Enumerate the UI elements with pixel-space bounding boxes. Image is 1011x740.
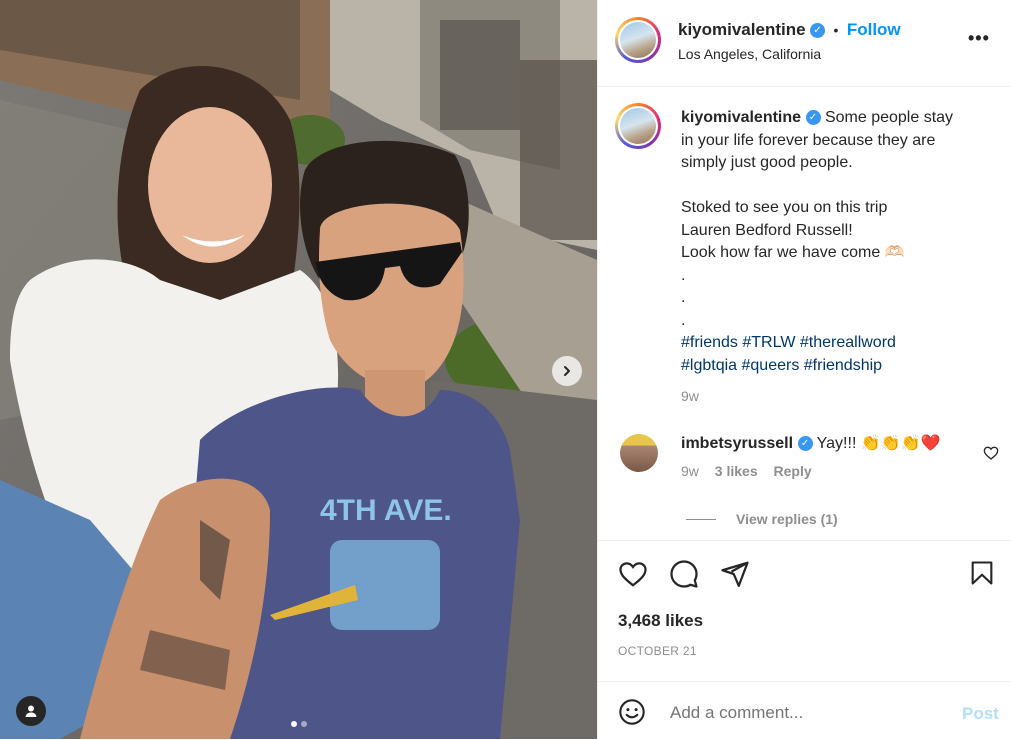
header-separator: • xyxy=(833,22,839,38)
comment-item: imbetsyrussell ✓ Yay!!! 👏👏👏❤️ 9w 3 likes… xyxy=(681,433,981,479)
caption-timestamp[interactable]: 9w xyxy=(681,385,981,408)
carousel-dot xyxy=(300,721,307,727)
chevron-right-icon xyxy=(564,366,570,376)
view-replies-label: View replies (1) xyxy=(736,511,838,527)
user-tag-button[interactable] xyxy=(16,696,46,726)
comment-icon[interactable] xyxy=(669,559,699,589)
caption-line: . xyxy=(681,289,686,306)
caption-line: simply just good people. xyxy=(681,154,853,171)
post-date[interactable]: OCTOBER 21 xyxy=(618,644,697,658)
verified-icon: ✓ xyxy=(797,436,813,452)
emoji-icon[interactable] xyxy=(618,698,646,726)
carousel-dots xyxy=(290,721,307,727)
share-icon[interactable] xyxy=(720,559,750,589)
caption-line: Lauren Bedford Russell! xyxy=(681,221,853,239)
comment-likes[interactable]: 3 likes xyxy=(715,463,758,479)
comment-composer: Post xyxy=(598,681,1011,740)
post-location[interactable]: Los Angeles, California xyxy=(678,46,821,62)
comment-timestamp[interactable]: 9w xyxy=(681,463,699,479)
photo-illustration: 4TH AVE. xyxy=(0,0,597,739)
follow-button[interactable]: Follow xyxy=(847,20,901,39)
post-actions: 3,468 likes OCTOBER 21 xyxy=(598,540,1011,681)
comment-text: Yay!!! 👏👏👏❤️ xyxy=(816,435,941,452)
comment-reply-button[interactable]: Reply xyxy=(774,463,812,479)
caption-line: Some people stay xyxy=(824,109,954,126)
more-icon[interactable]: ••• xyxy=(968,28,990,49)
next-photo-button[interactable] xyxy=(552,356,582,386)
hashtag-link[interactable]: #thereallword xyxy=(800,334,896,351)
view-replies-toggle[interactable]: View replies (1) xyxy=(686,511,838,527)
hashtag-link[interactable]: #friendship xyxy=(804,357,882,374)
carousel-dot-active xyxy=(290,721,297,727)
caption-line: Stoked to see you on this trip xyxy=(681,199,888,216)
replies-line xyxy=(686,518,716,520)
post-caption: kiyomivalentine ✓ Some people stay in yo… xyxy=(681,107,981,408)
comment-input[interactable] xyxy=(668,698,942,728)
likes-count[interactable]: 3,468 likes xyxy=(618,611,703,631)
post-photo[interactable]: 4TH AVE. xyxy=(0,0,597,739)
caption-line: . xyxy=(681,311,686,329)
caption-line: Look how far we have come 🫶🏻 xyxy=(681,244,905,261)
post-header: kiyomivalentine ✓ • Follow Los Angeles, … xyxy=(598,0,1011,87)
caption-username[interactable]: kiyomivalentine xyxy=(681,109,801,126)
commenter-avatar[interactable] xyxy=(620,434,658,472)
hashtag-link[interactable]: #queers xyxy=(742,357,800,374)
post-comment-button[interactable]: Post xyxy=(962,704,999,724)
caption-line: in your life forever because they are xyxy=(681,131,936,149)
post-sidebar: kiyomivalentine ✓ • Follow Los Angeles, … xyxy=(597,0,1011,739)
hashtag-link[interactable]: #lgbtqia xyxy=(681,357,737,374)
hashtag-link[interactable]: #friends xyxy=(681,334,738,351)
caption-avatar[interactable] xyxy=(615,103,661,149)
bookmark-icon[interactable] xyxy=(968,559,996,587)
comment-username[interactable]: imbetsyrussell xyxy=(681,435,793,452)
heart-icon[interactable] xyxy=(983,445,999,461)
caption-line: . xyxy=(681,266,686,284)
user-tag-icon xyxy=(25,705,37,717)
hashtag-link[interactable]: #TRLW xyxy=(742,334,795,351)
verified-icon: ✓ xyxy=(805,110,821,126)
heart-icon[interactable] xyxy=(618,559,648,589)
verified-icon: ✓ xyxy=(810,23,826,39)
author-username[interactable]: kiyomivalentine xyxy=(678,20,806,39)
svg-text:4TH AVE.: 4TH AVE. xyxy=(320,494,452,527)
author-avatar[interactable] xyxy=(615,17,661,63)
